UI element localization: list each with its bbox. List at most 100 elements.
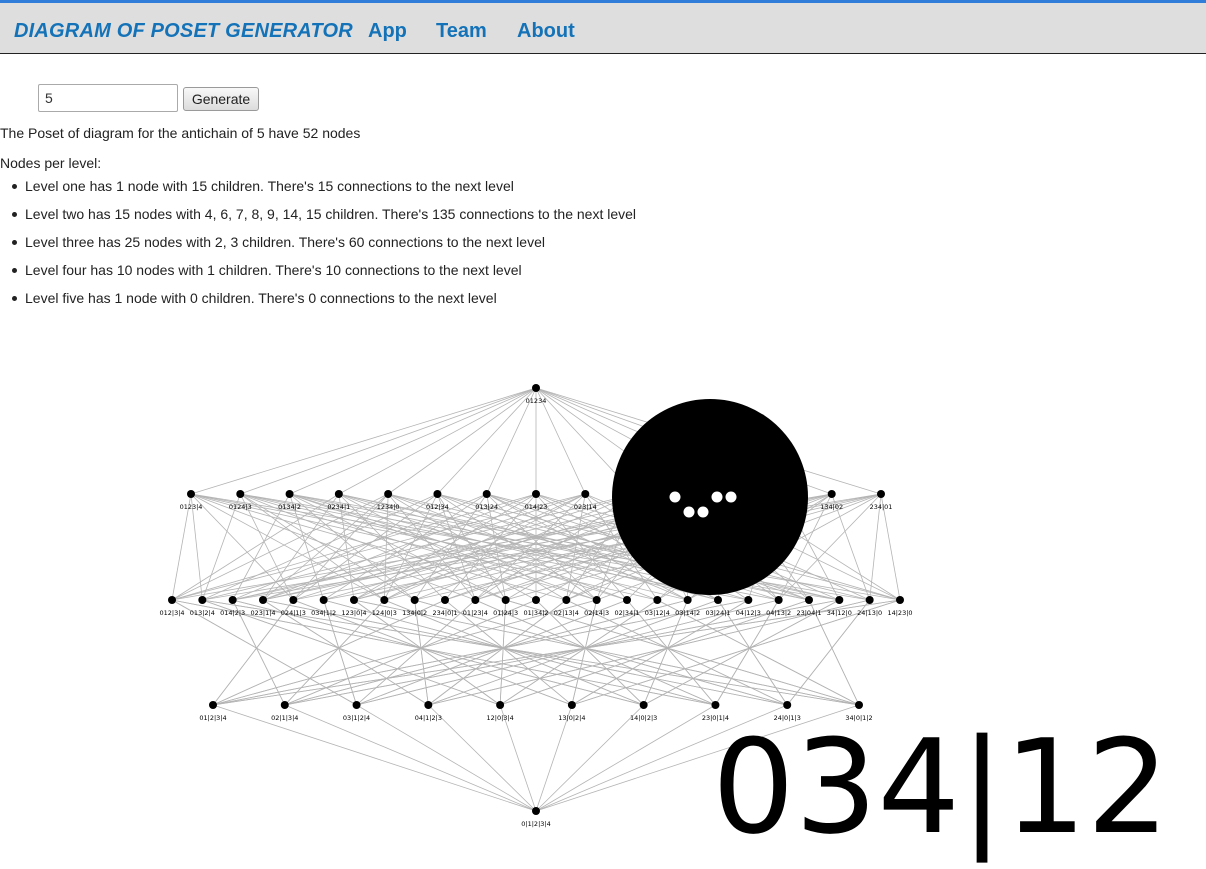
poset-node[interactable] (289, 596, 298, 604)
poset-node[interactable] (319, 596, 328, 604)
magnifier-dot (711, 491, 723, 503)
poset-edge (437, 387, 537, 495)
poset-node-label: 04|1|2|3 (415, 714, 442, 722)
poset-node-label: 12|0|3|4 (486, 714, 513, 722)
poset-node[interactable] (592, 596, 601, 604)
poset-edge (428, 704, 537, 812)
poset-edge (626, 599, 716, 706)
poset-node-label: 123|0|4 (341, 609, 366, 617)
poset-edge (289, 387, 537, 495)
poset-node[interactable] (581, 490, 590, 498)
poset-node[interactable] (384, 490, 393, 498)
magnifier-dot (697, 506, 709, 518)
poset-node-label: 03|14|2 (675, 609, 700, 617)
poset-node[interactable] (228, 596, 237, 604)
poset-node-label: 13|0|2|4 (558, 714, 585, 722)
poset-node[interactable] (623, 596, 631, 604)
poset-edge (293, 493, 438, 601)
poset-node[interactable] (198, 596, 207, 604)
poset-node[interactable] (532, 384, 540, 392)
poset-node[interactable] (653, 596, 662, 604)
poset-node-label: 01|24|3 (493, 609, 518, 617)
poset-node[interactable] (639, 701, 648, 709)
poset-node[interactable] (285, 490, 294, 498)
poset-node[interactable] (744, 596, 753, 604)
poset-node[interactable] (187, 490, 195, 498)
poset-node-label: 34|12|0 (827, 609, 852, 617)
poset-node[interactable] (471, 596, 480, 604)
poset-node[interactable] (209, 701, 217, 709)
poset-node-label: 013|24 (475, 503, 498, 511)
poset-node[interactable] (352, 701, 361, 709)
poset-node-label: 0|1|2|3|4 (521, 820, 550, 828)
poset-node-label: 04|12|3 (736, 609, 761, 617)
poset-node[interactable] (714, 596, 722, 604)
poset-node[interactable] (424, 701, 433, 709)
poset-node-label: 01234 (526, 397, 547, 405)
poset-node-label: 14|0|2|3 (630, 714, 657, 722)
poset-node[interactable] (532, 596, 540, 604)
poset-node[interactable] (827, 490, 836, 498)
poset-node-label: 24|13|0 (857, 609, 882, 617)
poset-node[interactable] (877, 490, 885, 498)
poset-node[interactable] (855, 701, 863, 709)
poset-node-label: 03|12|4 (645, 609, 670, 617)
poset-node[interactable] (410, 596, 419, 604)
poset-node[interactable] (441, 596, 449, 604)
poset-node-label: 03|1|2|4 (343, 714, 370, 722)
poset-edge (240, 387, 537, 495)
poset-node[interactable] (567, 701, 576, 709)
hovered-node-label: 034|12 (712, 711, 1170, 863)
poset-node[interactable] (482, 490, 491, 498)
poset-node[interactable] (896, 596, 904, 604)
magnifier-dot (669, 491, 681, 503)
poset-node-label: 01|34|2 (523, 609, 548, 617)
poset-node[interactable] (711, 701, 720, 709)
poset-node[interactable] (433, 490, 442, 498)
poset-node[interactable] (865, 596, 874, 604)
hovered-node-magnifier (612, 399, 808, 595)
poset-edge (535, 704, 644, 812)
poset-edge (338, 387, 537, 495)
poset-node-label: 02|1|3|4 (271, 714, 298, 722)
poset-node[interactable] (805, 596, 813, 604)
poset-edge (190, 387, 537, 495)
poset-node-label: 234|01 (870, 503, 893, 511)
poset-node[interactable] (562, 596, 571, 604)
poset-node-label: 012|34 (426, 503, 449, 511)
poset-node-label: 02|34|1 (614, 609, 639, 617)
poset-node-label: 013|2|4 (190, 609, 215, 617)
poset-node-label: 01|2|3|4 (199, 714, 226, 722)
poset-node-label: 01|23|4 (463, 609, 488, 617)
poset-node[interactable] (783, 701, 792, 709)
poset-node-label: 023|1|4 (250, 609, 275, 617)
poset-node-label: 134|02 (820, 503, 843, 511)
poset-node-label: 14|23|0 (887, 609, 912, 617)
poset-node-label: 0234|1 (327, 503, 350, 511)
poset-node[interactable] (334, 490, 343, 498)
poset-node[interactable] (683, 596, 692, 604)
poset-node-label: 014|23 (525, 503, 548, 511)
poset-node[interactable] (835, 596, 844, 604)
poset-node[interactable] (236, 490, 245, 498)
poset-node-label: 03|24|1 (705, 609, 730, 617)
poset-node-label: 02|13|4 (554, 609, 579, 617)
poset-node[interactable] (280, 701, 289, 709)
poset-node[interactable] (350, 596, 358, 604)
poset-node-label: 014|2|3 (220, 609, 245, 617)
poset-node-label: 023|14 (574, 503, 597, 511)
hover-overlay (612, 399, 808, 595)
poset-edge (387, 387, 537, 495)
poset-node[interactable] (380, 596, 389, 604)
poset-node-label: 0134|2 (278, 503, 301, 511)
poset-node[interactable] (168, 596, 176, 604)
poset-node[interactable] (259, 596, 267, 604)
poset-node[interactable] (532, 490, 540, 498)
poset-node[interactable] (532, 807, 540, 815)
poset-node-label: 134|0|2 (402, 609, 427, 617)
poset-node-label: 0123|4 (180, 503, 203, 511)
poset-node[interactable] (496, 701, 505, 709)
poset-node[interactable] (501, 596, 510, 604)
poset-node-label: 124|0|3 (372, 609, 397, 617)
poset-node[interactable] (774, 596, 783, 604)
